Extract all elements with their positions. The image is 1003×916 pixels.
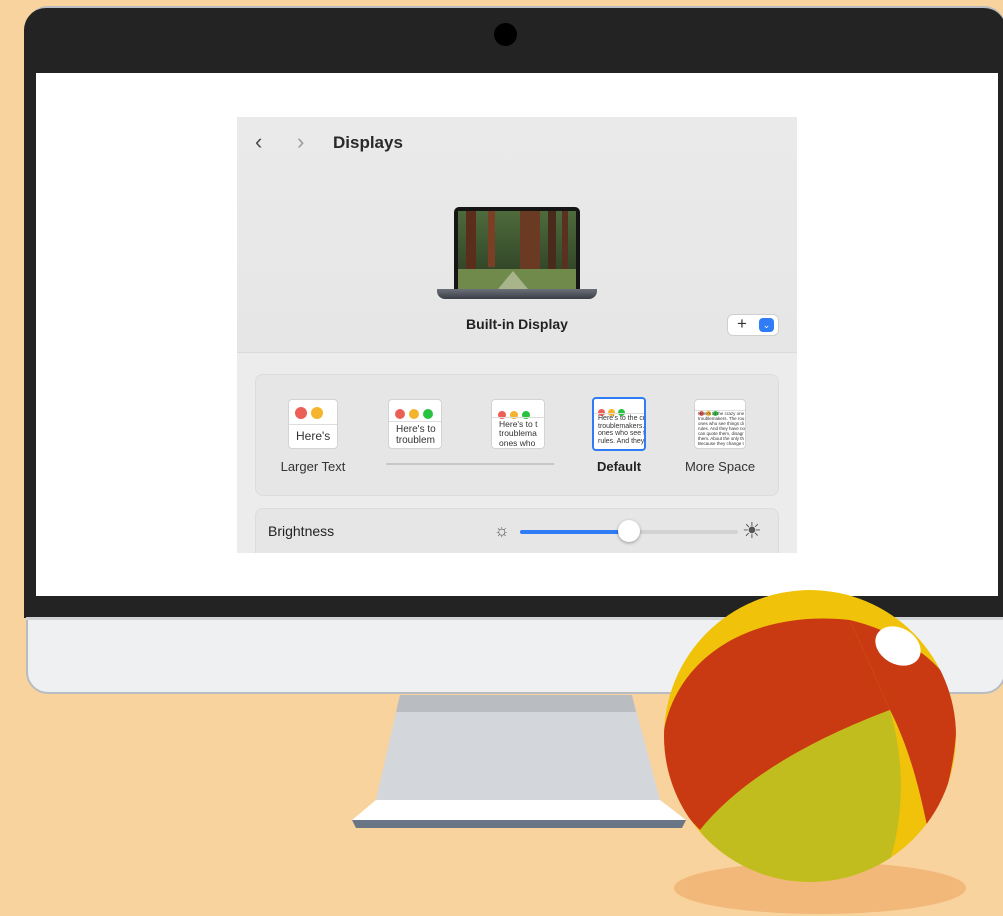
resolution-option-2[interactable]: Here's to troublem — [388, 399, 442, 449]
chevron-down-icon[interactable]: ⌄ — [759, 318, 774, 332]
plus-icon: + — [737, 314, 747, 333]
window-title: Displays — [333, 133, 403, 152]
resolution-preview-text: Here's — [296, 429, 331, 443]
sun-large-icon: ☀ — [742, 518, 762, 543]
brightness-row: Brightness ☼ ☀ — [255, 508, 779, 553]
forest-wallpaper-image — [458, 211, 576, 289]
resolution-options-panel: Here's Larger Text Here's to troublem He… — [255, 374, 779, 496]
resolution-preview-text: Here's to the crazy one troublemakers. T… — [698, 411, 746, 446]
brightness-label: Brightness — [268, 523, 335, 539]
sun-small-icon: ☼ — [494, 521, 510, 540]
resolution-label-larger-text: Larger Text — [280, 459, 346, 474]
laptop-icon — [454, 207, 580, 289]
resolution-option-larger-text[interactable]: Here's — [288, 399, 338, 449]
laptop-base — [437, 289, 597, 299]
add-display-button[interactable]: + ⌄ — [727, 314, 779, 336]
resolution-option-more-space[interactable]: Here's to the crazy one troublemakers. T… — [694, 399, 746, 449]
resolution-preview-text: Here's to t troublema ones who — [499, 419, 538, 448]
resolution-option-default[interactable]: Here's to the cr troublemakers. ones who… — [592, 397, 646, 451]
beach-ball-image — [664, 590, 966, 914]
brightness-slider-fill — [520, 530, 629, 534]
back-button[interactable]: ‹ — [255, 129, 262, 155]
resolution-label-more-space: More Space — [684, 459, 756, 474]
displays-settings-window: ‹ › Displays Built-in Display + ⌄ Here's… — [237, 117, 797, 553]
resolution-option-3[interactable]: Here's to t troublema ones who — [491, 399, 545, 449]
forward-button[interactable]: › — [297, 129, 304, 155]
resolution-preview-text: Here's to troublem — [396, 424, 436, 446]
resolution-scroll-indicator — [386, 463, 554, 465]
resolution-label-default: Default — [596, 459, 642, 474]
window-controls-icon — [295, 406, 327, 424]
display-name: Built-in Display — [466, 316, 568, 332]
resolution-preview-text: Here's to the cr troublemakers. ones who… — [598, 415, 646, 446]
brightness-slider-knob[interactable] — [618, 520, 640, 542]
